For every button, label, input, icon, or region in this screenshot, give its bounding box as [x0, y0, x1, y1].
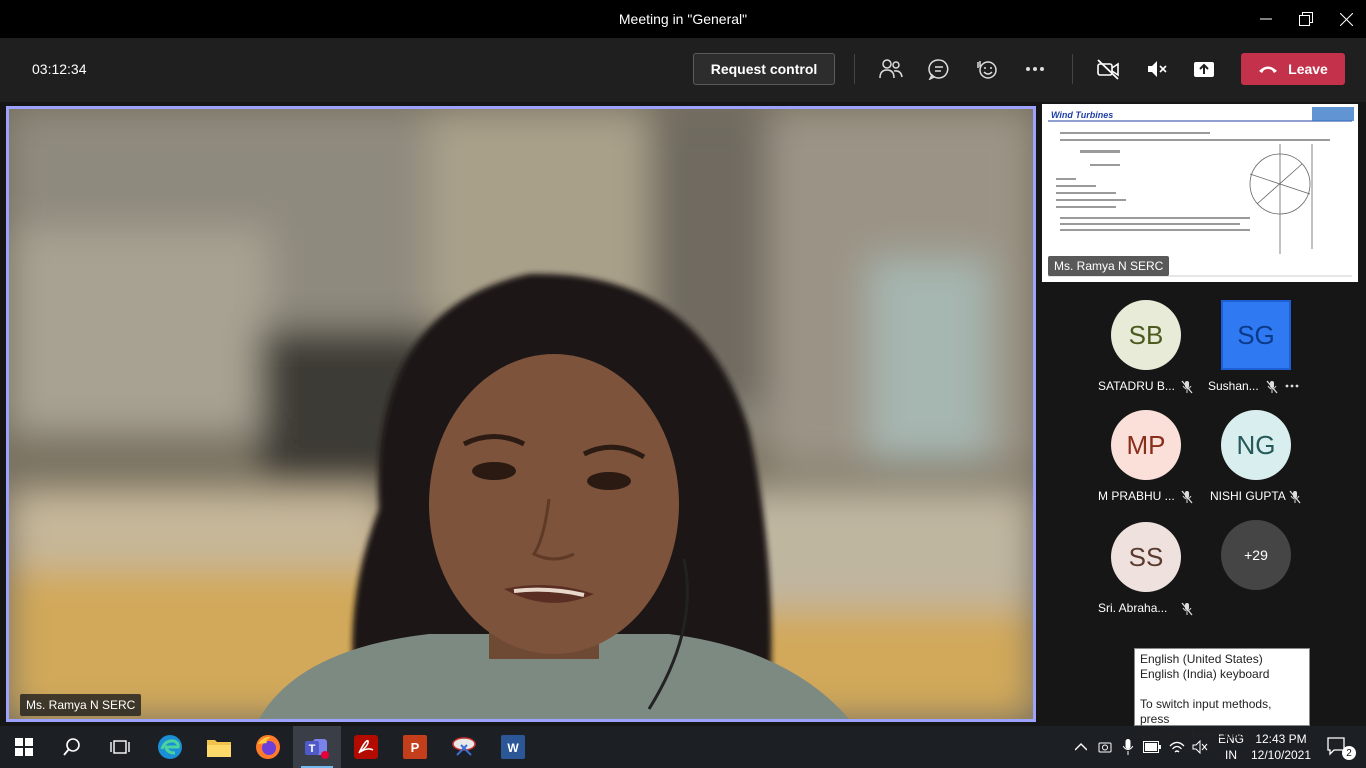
show-hidden-icons-button[interactable]: [1070, 726, 1092, 768]
leave-label: Leave: [1288, 61, 1328, 77]
battery-icon: [1143, 741, 1161, 753]
restore-icon: [1299, 12, 1313, 26]
hang-up-icon: [1259, 66, 1278, 73]
svg-text:P: P: [411, 740, 420, 755]
close-icon: [1339, 12, 1353, 26]
raise-hand-icon: [977, 61, 997, 79]
file-explorer-app[interactable]: [195, 726, 243, 768]
participant-name: Sushan...: [1208, 379, 1259, 393]
edge-app[interactable]: [146, 726, 194, 768]
restore-button[interactable]: [1286, 0, 1326, 38]
leave-button[interactable]: Leave: [1241, 53, 1345, 85]
wifi-icon: [1169, 741, 1185, 753]
word-icon: W: [501, 735, 525, 759]
participants-button[interactable]: [875, 53, 907, 85]
search-button[interactable]: [48, 726, 96, 768]
notifications-button[interactable]: 2: [1318, 726, 1358, 768]
search-icon: [63, 738, 80, 756]
svg-text:W: W: [507, 741, 519, 755]
participant-avatar[interactable]: NG: [1221, 410, 1291, 480]
chevron-up-icon: [1075, 743, 1087, 751]
presenter-name-tag: Ms. Ramya N SERC: [20, 694, 142, 716]
video-feed: [9, 109, 1033, 719]
snipping-tool-app[interactable]: [440, 726, 488, 768]
microphone-tray-button[interactable]: [1117, 726, 1139, 768]
camera-toggle-button[interactable]: [1092, 53, 1124, 85]
mic-off-icon: [1148, 61, 1167, 77]
teams-app[interactable]: T: [293, 726, 341, 768]
start-button[interactable]: [0, 726, 48, 768]
toolbar-divider: [1072, 54, 1073, 84]
side-panel: Wind Turbines Ms. Ramya N SERC SB SATADR…: [1040, 102, 1366, 726]
folder-icon: [207, 740, 231, 757]
firefox-app[interactable]: [244, 726, 292, 768]
mic-muted-icon: [1289, 490, 1301, 504]
firefox-icon: [256, 735, 280, 759]
people-icon: [879, 59, 903, 79]
word-app[interactable]: W: [489, 726, 537, 768]
meet-now-button[interactable]: [1094, 726, 1116, 768]
minimize-button[interactable]: [1246, 0, 1286, 38]
meeting-toolbar: 03:12:34 Request control Leave: [0, 38, 1366, 102]
shared-content-presenter-tag: Ms. Ramya N SERC: [1048, 256, 1170, 276]
participant-name: Sri. Abraha...: [1098, 601, 1168, 615]
acrobat-app[interactable]: [342, 726, 390, 768]
camera-icon: [1098, 742, 1112, 753]
participant-avatar[interactable]: SS: [1111, 522, 1181, 592]
snipping-icon: [452, 737, 476, 756]
chat-icon: [928, 59, 949, 80]
microphone-icon: [1123, 739, 1133, 755]
tooltip-line: English (India) keyboard: [1140, 667, 1270, 681]
acrobat-icon: [354, 735, 378, 759]
teams-icon: T: [305, 739, 329, 759]
window-title: Meeting in "General": [618, 11, 748, 27]
participant-avatar[interactable]: SB: [1111, 300, 1181, 370]
request-control-button[interactable]: Request control: [693, 53, 835, 85]
more-actions-button[interactable]: [1019, 53, 1051, 85]
meeting-timer: 03:12:34: [32, 61, 87, 77]
input-method-tooltip: English (United States) English (India) …: [1134, 648, 1310, 741]
share-screen-button[interactable]: [1188, 53, 1220, 85]
mic-muted-icon: [1181, 602, 1193, 616]
more-participants-button[interactable]: +29: [1221, 520, 1291, 590]
powerpoint-app[interactable]: P: [391, 726, 439, 768]
mic-muted-icon: [1266, 380, 1278, 394]
participant-name: M PRABHU ...: [1098, 489, 1175, 503]
windows-logo-icon: [15, 738, 33, 756]
clock-date: 12/10/2021: [1250, 748, 1312, 762]
share-icon: [1194, 62, 1214, 77]
mic-muted-icon: [1181, 380, 1193, 394]
mic-muted-icon: [1181, 490, 1193, 504]
participant-name: SATADRU B...: [1098, 379, 1175, 393]
task-view-icon: [110, 740, 130, 754]
tooltip-line: English (United States): [1140, 652, 1263, 666]
mute-toggle-button[interactable]: [1140, 53, 1172, 85]
lang-region: IN: [1225, 748, 1237, 762]
more-icon: [1026, 67, 1044, 71]
participant-avatar[interactable]: SG: [1221, 300, 1291, 370]
tooltip-line: To switch input methods, press: [1140, 697, 1272, 726]
chat-button[interactable]: [923, 53, 955, 85]
reactions-button[interactable]: [971, 53, 1003, 85]
powerpoint-icon: P: [403, 735, 427, 759]
participant-name: NISHI GUPTA: [1210, 489, 1286, 503]
title-bar: Meeting in "General": [0, 0, 1366, 38]
close-button[interactable]: [1326, 0, 1366, 38]
tooltip-line: Windows key+Space.: [1140, 727, 1256, 741]
participant-more-icon[interactable]: [1285, 384, 1299, 388]
minimize-icon: [1260, 18, 1272, 20]
toolbar-divider: [854, 54, 855, 84]
svg-text:T: T: [309, 743, 316, 755]
task-view-button[interactable]: [96, 726, 144, 768]
main-stage: Ms. Ramya N SERC: [0, 102, 1040, 726]
presenter-video[interactable]: Ms. Ramya N SERC: [6, 106, 1036, 722]
notification-badge: 2: [1342, 746, 1356, 760]
shared-content-thumbnail[interactable]: Wind Turbines Ms. Ramya N SERC: [1042, 104, 1358, 282]
camera-off-icon: [1097, 59, 1119, 80]
edge-icon: [158, 735, 182, 759]
participant-avatar[interactable]: MP: [1111, 410, 1181, 480]
volume-muted-icon: [1192, 740, 1208, 754]
